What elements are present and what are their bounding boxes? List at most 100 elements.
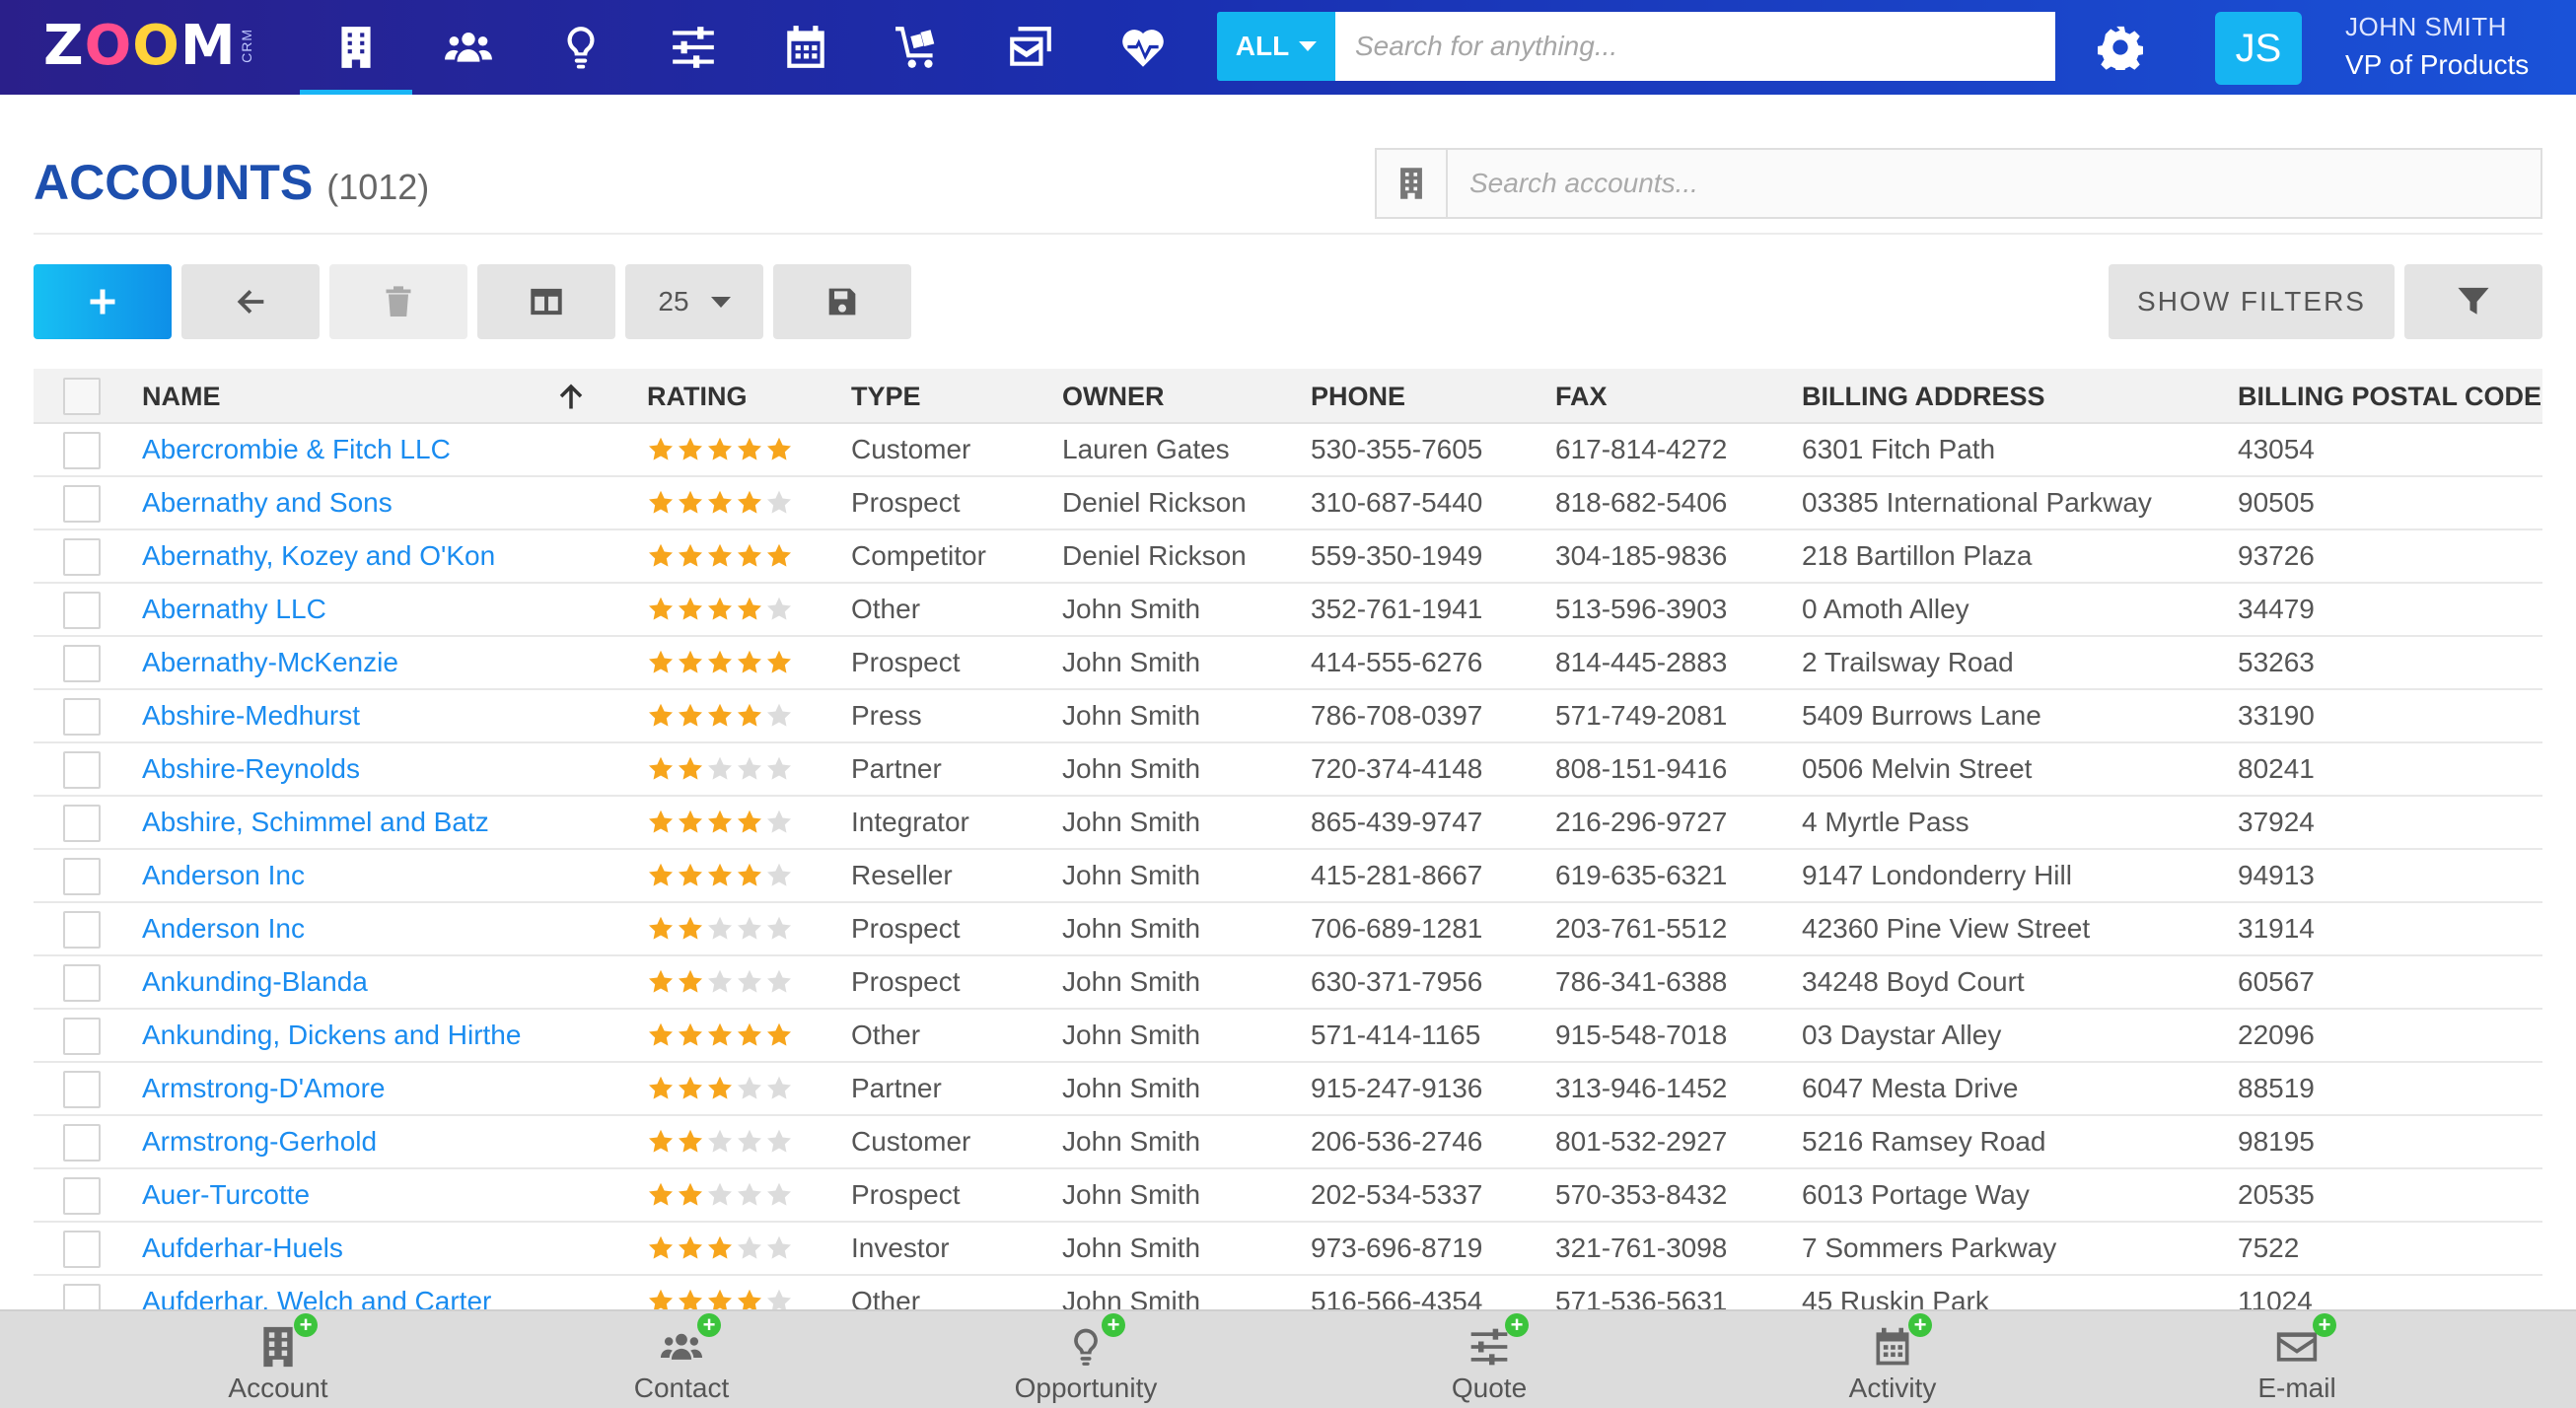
nav-emails[interactable] [974,0,1087,95]
star-filled-icon[interactable] [706,649,734,676]
filter-button[interactable] [2404,264,2542,339]
star-empty-icon[interactable] [765,489,793,517]
star-filled-icon[interactable] [706,809,734,836]
delete-button[interactable] [329,264,467,339]
star-empty-icon[interactable] [765,596,793,623]
column-header-billing-postal-code[interactable]: BILLING POSTAL CODE [2238,369,2541,424]
column-header-fax[interactable]: FAX [1555,369,1608,424]
column-header-type[interactable]: TYPE [851,369,921,424]
column-header-owner[interactable]: OWNER [1062,369,1165,424]
rating-stars[interactable] [647,649,793,676]
star-filled-icon[interactable] [677,1181,704,1209]
rating-stars[interactable] [647,1234,793,1262]
select-all-checkbox[interactable] [63,378,101,415]
star-empty-icon[interactable] [736,755,763,783]
table-row[interactable]: Abernathy LLC Other John Smith 352-761-1941… [34,584,2542,637]
account-name-link[interactable]: Abshire-Medhurst [142,690,360,741]
star-filled-icon[interactable] [677,1234,704,1262]
account-name-link[interactable]: Aufderhar-Huels [142,1223,343,1274]
star-filled-icon[interactable] [765,436,793,463]
add-account-button[interactable] [34,264,172,339]
star-filled-icon[interactable] [677,1128,704,1156]
column-header-name[interactable]: NAME [142,369,221,424]
star-filled-icon[interactable] [706,436,734,463]
row-checkbox[interactable] [63,858,101,895]
star-filled-icon[interactable] [677,489,704,517]
quick-add-opportunity[interactable]: + Opportunity [938,1311,1234,1408]
column-header-rating[interactable]: RATING [647,369,748,424]
rating-stars[interactable] [647,968,793,996]
settings-button[interactable] [2081,0,2160,95]
column-header-phone[interactable]: PHONE [1311,369,1405,424]
star-filled-icon[interactable] [677,755,704,783]
account-name-link[interactable]: Ankunding, Dickens and Hirthe [142,1010,521,1061]
star-filled-icon[interactable] [736,489,763,517]
row-checkbox[interactable] [63,592,101,629]
rating-stars[interactable] [647,1021,793,1049]
row-checkbox[interactable] [63,1124,101,1162]
account-name-link[interactable]: Auer-Turcotte [142,1169,310,1221]
table-row[interactable]: Abshire-Medhurst Press John Smith 786-708-0… [34,690,2542,743]
show-filters-button[interactable]: SHOW FILTERS [2109,264,2395,339]
nav-opportunities[interactable] [525,0,637,95]
account-name-link[interactable]: Abercrombie & Fitch LLC [142,424,451,475]
star-filled-icon[interactable] [647,755,675,783]
star-filled-icon[interactable] [706,702,734,730]
star-filled-icon[interactable] [677,649,704,676]
rating-stars[interactable] [647,1128,793,1156]
column-header-billing-address[interactable]: BILLING ADDRESS [1802,369,2045,424]
row-checkbox[interactable] [63,1231,101,1268]
star-filled-icon[interactable] [647,1021,675,1049]
star-filled-icon[interactable] [647,968,675,996]
table-row[interactable]: Abshire, Schimmel and Batz Integrator John… [34,797,2542,850]
star-filled-icon[interactable] [677,542,704,570]
star-empty-icon[interactable] [765,1128,793,1156]
star-empty-icon[interactable] [706,968,734,996]
row-checkbox[interactable] [63,645,101,682]
star-empty-icon[interactable] [765,755,793,783]
star-empty-icon[interactable] [736,1234,763,1262]
rating-stars[interactable] [647,755,793,783]
star-filled-icon[interactable] [765,542,793,570]
quick-add-quote[interactable]: + Quote [1341,1311,1637,1408]
star-filled-icon[interactable] [677,915,704,943]
row-checkbox[interactable] [63,698,101,736]
star-filled-icon[interactable] [647,542,675,570]
rating-stars[interactable] [647,915,793,943]
table-row[interactable]: Abernathy and Sons Prospect Deniel Rickson… [34,477,2542,530]
rating-stars[interactable] [647,862,793,889]
star-filled-icon[interactable] [647,1234,675,1262]
avatar[interactable]: JS [2215,12,2302,85]
star-filled-icon[interactable] [677,968,704,996]
account-name-link[interactable]: Abernathy-McKenzie [142,637,398,688]
nav-activities[interactable] [750,0,862,95]
row-checkbox[interactable] [63,751,101,789]
star-filled-icon[interactable] [765,649,793,676]
star-filled-icon[interactable] [647,1075,675,1102]
table-row[interactable]: Armstrong-Gerhold Customer John Smith 206-5… [34,1116,2542,1169]
account-name-link[interactable]: Abshire, Schimmel and Batz [142,797,489,848]
quick-add-account[interactable]: + Account [130,1311,426,1408]
account-name-link[interactable]: Anderson Inc [142,850,305,901]
quick-add-email[interactable]: + E-mail [2149,1311,2445,1408]
table-row[interactable]: Auer-Turcotte Prospect John Smith 202-534-5… [34,1169,2542,1223]
star-filled-icon[interactable] [765,1021,793,1049]
star-filled-icon[interactable] [706,542,734,570]
account-name-link[interactable]: Abernathy, Kozey and O'Kon [142,530,495,582]
table-row[interactable]: Aufderhar-Huels Investor John Smith 973-696… [34,1223,2542,1276]
star-filled-icon[interactable] [647,702,675,730]
star-empty-icon[interactable] [706,755,734,783]
table-row[interactable]: Ankunding, Dickens and Hirthe Other John S… [34,1010,2542,1063]
table-row[interactable]: Abercrombie & Fitch LLC Customer Lauren Ga… [34,424,2542,477]
row-checkbox[interactable] [63,485,101,523]
star-empty-icon[interactable] [736,915,763,943]
search-scope-dropdown[interactable]: ALL [1217,12,1335,81]
star-filled-icon[interactable] [706,596,734,623]
star-filled-icon[interactable] [647,436,675,463]
rating-stars[interactable] [647,489,793,517]
account-name-link[interactable]: Abernathy LLC [142,584,326,635]
rating-stars[interactable] [647,809,793,836]
back-button[interactable] [181,264,320,339]
rating-stars[interactable] [647,542,793,570]
star-filled-icon[interactable] [677,1075,704,1102]
